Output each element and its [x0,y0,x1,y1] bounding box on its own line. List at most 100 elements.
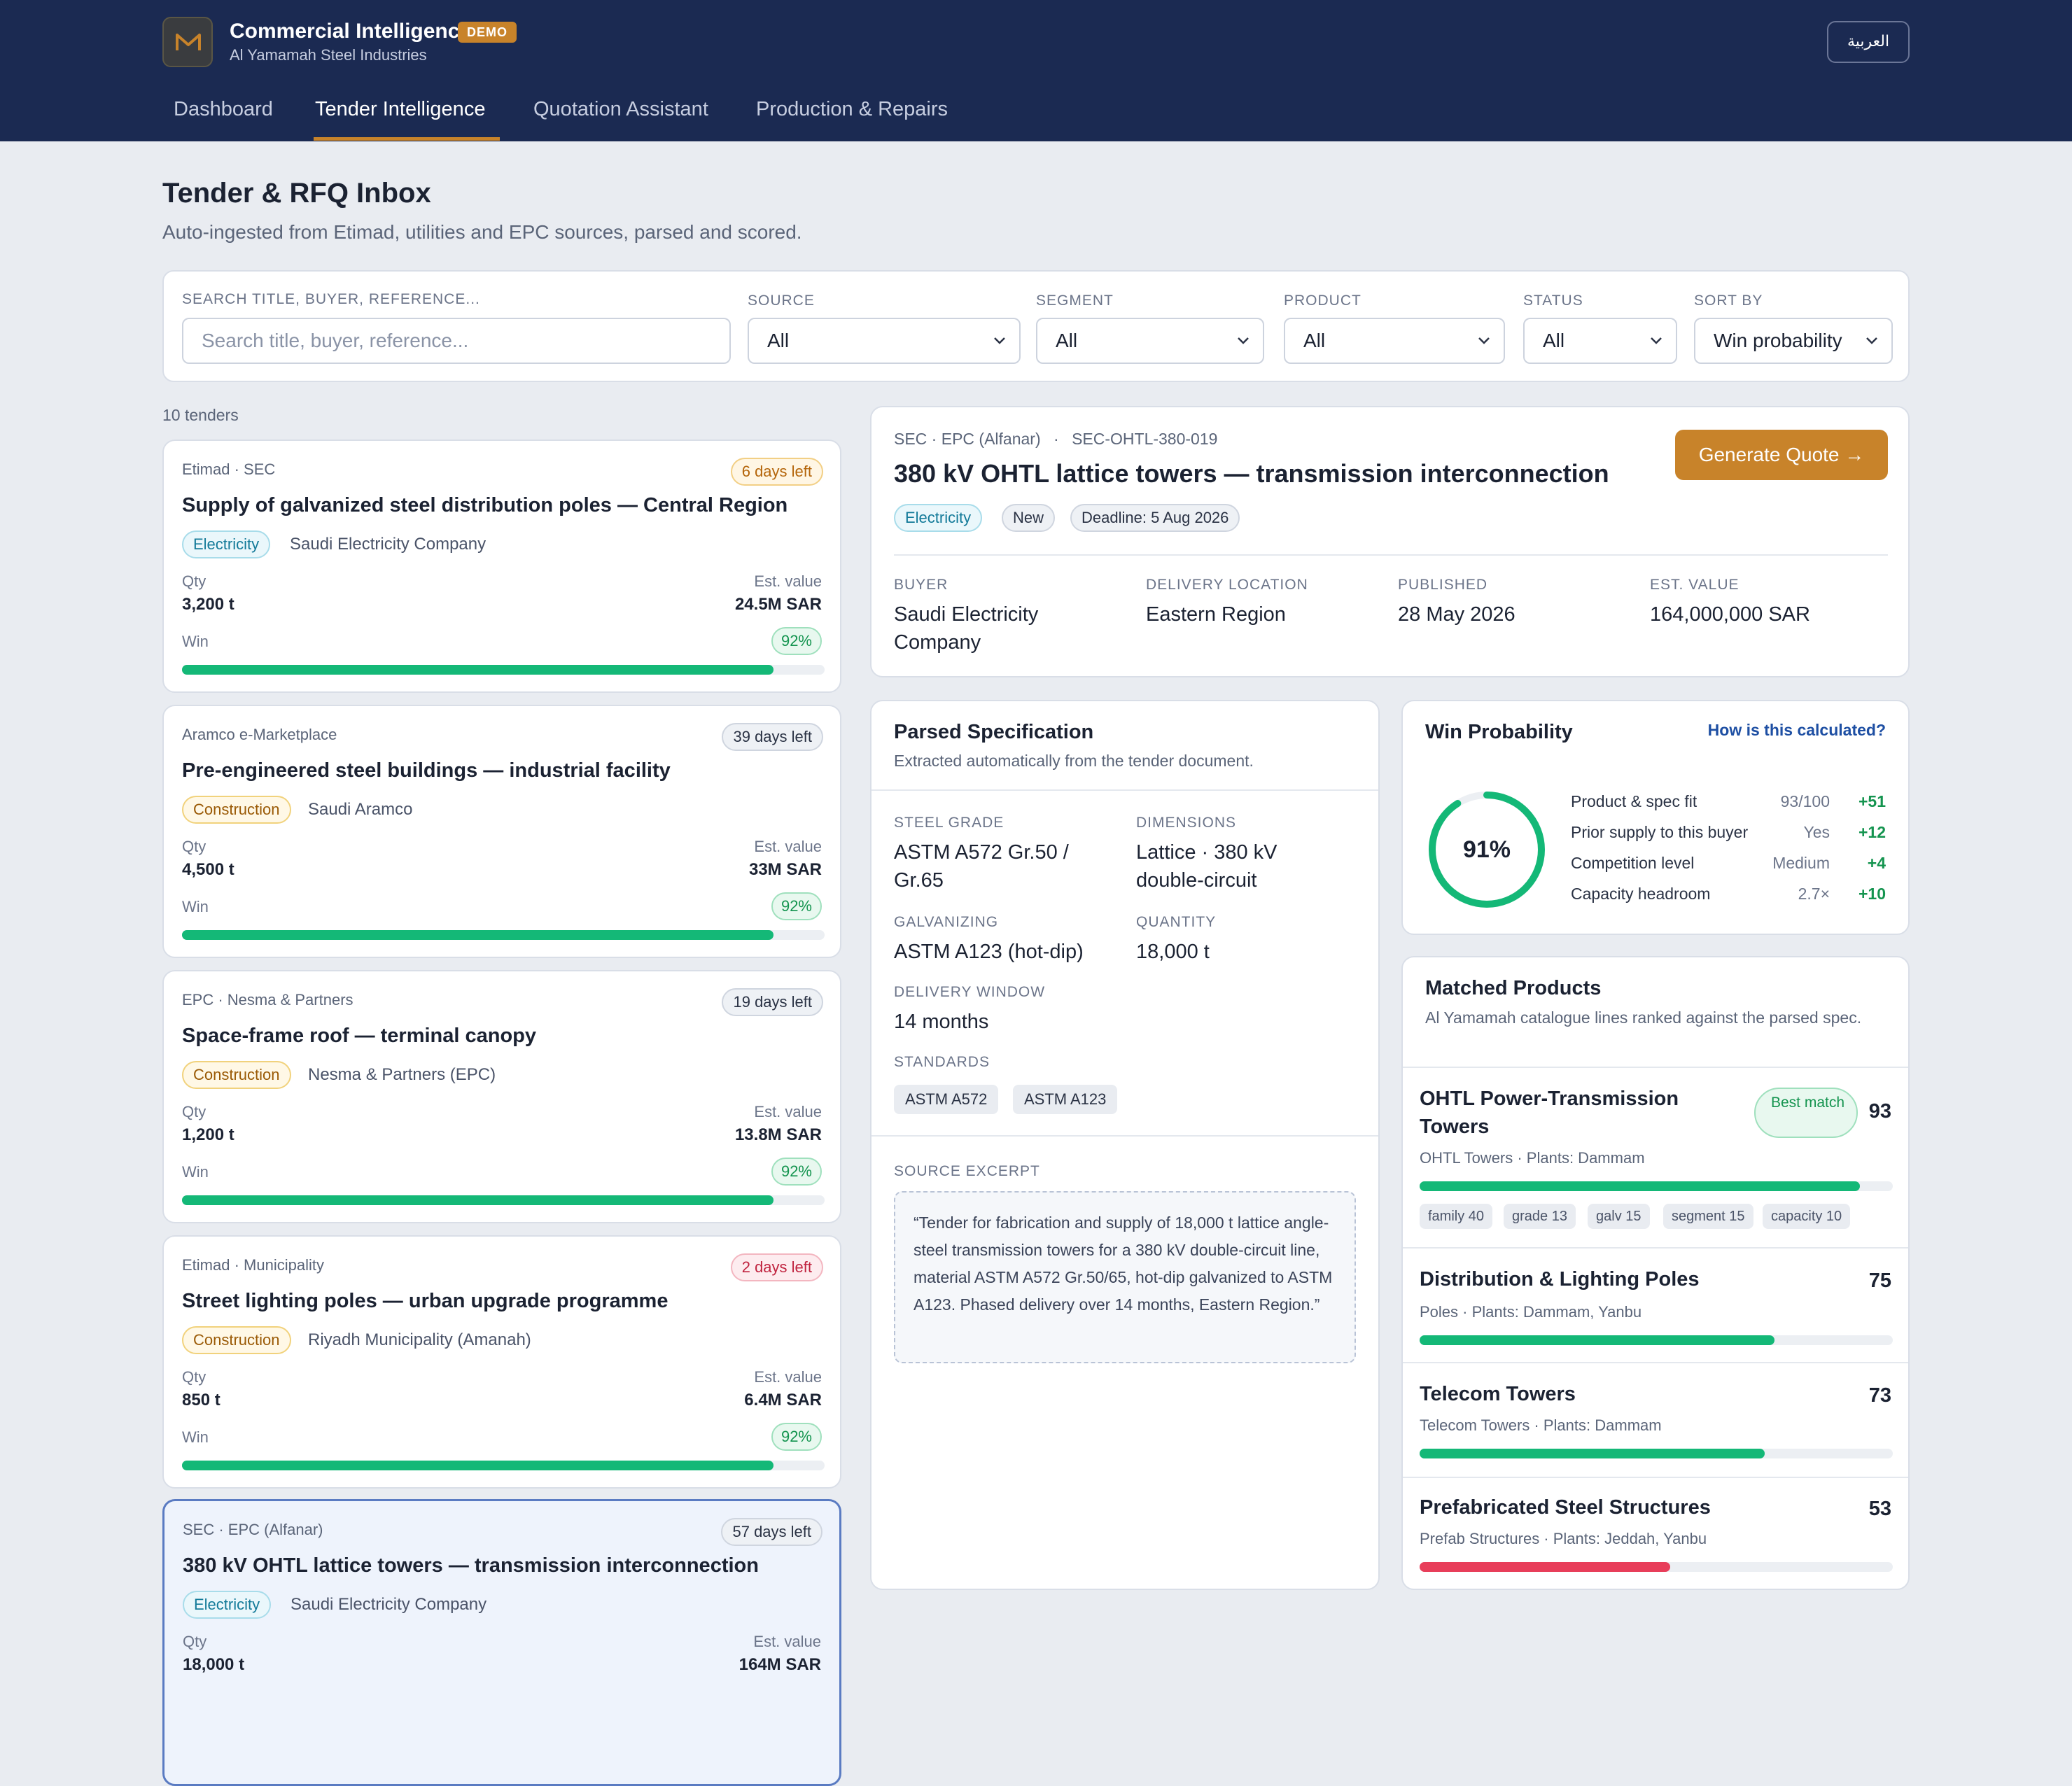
tender-card[interactable]: EPC · Nesma & Partners 19 days left Spac… [162,970,841,1223]
page-title: Tender & RFQ Inbox [162,178,431,209]
win-label: Win [182,898,209,915]
spec-subtitle: Extracted automatically from the tender … [894,752,1254,770]
tender-buyer: Saudi Electricity Company [290,1595,487,1614]
buyer-label: BUYER [894,577,948,593]
chevron-down-icon [1478,337,1490,344]
standard-chip: ASTM A572 [894,1085,999,1114]
factor-points: +51 [1858,792,1886,810]
tender-title: Supply of galvanized steel distribution … [182,494,788,516]
days-left-badge: 39 days left [722,723,823,751]
product-meta: Prefab Structures · Plants: Jeddah, Yanb… [1420,1530,1707,1547]
generate-quote-button[interactable]: Generate Quote → [1675,430,1888,480]
win-progress-fill [182,1195,774,1205]
matched-products-card: Matched Products Al Yamamah catalogue li… [1401,956,1910,1590]
score-chip: galv 15 [1588,1204,1650,1229]
sort-select[interactable]: Win probability [1694,318,1893,364]
score-chip: family 40 [1420,1204,1493,1229]
language-toggle-button[interactable]: العربية [1827,21,1910,63]
nav-quotation-assistant[interactable]: Quotation Assistant [533,98,708,121]
search-label: SEARCH TITLE, BUYER, REFERENCE... [182,291,480,307]
segment-tag: Electricity [182,530,271,558]
tender-source: EPC · Nesma & Partners [182,991,354,1008]
status-label: STATUS [1523,293,1583,309]
company-logo[interactable] [162,17,213,67]
factor-value: 2.7× [1798,885,1830,903]
best-match-badge: Best match [1754,1088,1858,1138]
win-probability-card: Win Probability How is this calculated? … [1401,700,1910,935]
chevron-down-icon [1651,337,1662,344]
parsed-spec-card: Parsed Specification Extracted automatic… [870,700,1380,1590]
segment-value: All [1056,330,1078,351]
divider [872,1135,1378,1137]
tender-card[interactable]: Aramco e-Marketplace 39 days left Pre-en… [162,705,841,958]
qty-label: Qty [182,572,206,590]
match-score-fill [1420,1181,1860,1191]
source-excerpt: “Tender for fabrication and supply of 18… [894,1191,1356,1363]
win-progress-bar [182,930,825,940]
search-input[interactable]: Search title, buyer, reference... [182,318,731,364]
win-percent-badge: 92% [771,1158,822,1186]
matched-products-title: Matched Products [1425,977,1602,999]
how-calculated-link[interactable]: How is this calculated? [1708,721,1886,740]
match-score-bar [1420,1181,1893,1191]
win-probability-title: Win Probability [1425,721,1573,743]
divider [1403,1477,1908,1478]
product-name[interactable]: OHTL Power-Transmission Towers [1420,1085,1714,1141]
steel-grade-value: ASTM A572 Gr.50 / Gr.65 [894,841,1069,892]
match-score-fill [1420,1335,1774,1345]
score-chip: capacity 10 [1763,1204,1851,1229]
product-value: All [1303,330,1326,351]
dimensions-value: Lattice · 380 kV double-circuit [1136,841,1278,892]
tender-buyer: Saudi Aramco [308,800,413,819]
status-select[interactable]: All [1523,318,1677,364]
product-select[interactable]: All [1284,318,1505,364]
segment-select[interactable]: All [1036,318,1264,364]
nav-production-repairs[interactable]: Production & Repairs [756,98,948,121]
nav-dashboard[interactable]: Dashboard [174,98,273,121]
days-left-badge: 19 days left [722,988,823,1016]
standards-label: STANDARDS [894,1054,990,1070]
product-score: 93 [1868,1100,1891,1123]
tender-source: Aramco e-Marketplace [182,726,337,743]
chevron-down-icon [1866,337,1877,344]
product-name[interactable]: Prefabricated Steel Structures [1420,1493,1711,1521]
source-select[interactable]: All [748,318,1021,364]
win-percent-badge: 92% [771,627,822,655]
win-percent-badge: 92% [771,1423,822,1451]
galvanizing-label: GALVANIZING [894,914,999,930]
chevron-down-icon [994,337,1005,344]
win-label: Win [182,1428,209,1446]
product-name[interactable]: Distribution & Lighting Poles [1420,1265,1700,1293]
segment-tag: Electricity [894,504,983,532]
tender-card-selected[interactable]: SEC · EPC (Alfanar) 57 days left 380 kV … [162,1499,841,1786]
factor-points: +4 [1867,854,1886,872]
status-badge: New [1002,504,1056,532]
tender-card[interactable]: Etimad · SEC 6 days left Supply of galva… [162,440,841,693]
est-value-value: 164,000,000 SAR [1650,603,1810,626]
tender-title: Space-frame roof — terminal canopy [182,1025,537,1047]
steel-grade-label: STEEL GRADE [894,815,1004,831]
value-label: Est. value [754,838,822,855]
nav-tender-intelligence[interactable]: Tender Intelligence [315,98,485,121]
divider [1403,1362,1908,1363]
tender-buyer: Nesma & Partners (EPC) [308,1065,496,1084]
value-label: Est. value [754,1368,822,1386]
win-progress-fill [182,930,774,940]
sort-value: Win probability [1714,330,1842,351]
factor-points: +10 [1858,885,1886,903]
divider [1403,1247,1908,1249]
logo-m-icon [176,34,201,50]
factor-value: Medium [1772,854,1830,872]
spec-title: Parsed Specification [894,721,1094,743]
source-label: SOURCE [748,293,815,309]
tender-card[interactable]: Etimad · Municipality 2 days left Street… [162,1235,841,1489]
delivery-window-value: 14 months [894,1011,989,1033]
product-meta: Poles · Plants: Dammam, Yanbu [1420,1303,1642,1321]
quantity-value: 18,000 t [1136,941,1210,963]
quantity-label: QUANTITY [1136,914,1217,930]
product-name[interactable]: Telecom Towers [1420,1380,1576,1408]
qty-label: Qty [183,1633,207,1650]
published-label: PUBLISHED [1398,577,1488,593]
score-chip: grade 13 [1504,1204,1576,1229]
tender-buyer: Saudi Electricity Company [290,535,486,554]
